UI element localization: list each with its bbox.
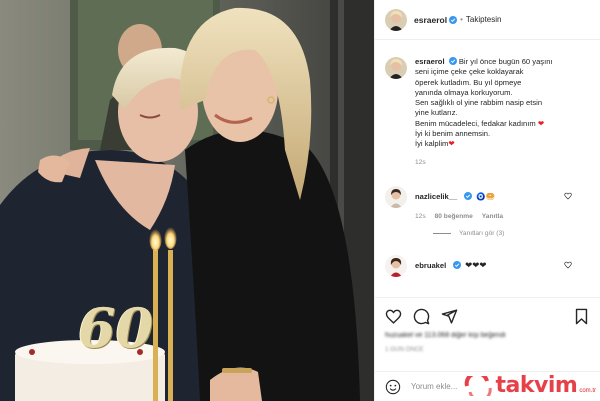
verified-badge-icon xyxy=(448,57,457,65)
heart-icon[interactable] xyxy=(385,308,402,325)
caption-line: Sen sağlıklı ol yine rabbim nasip etsin xyxy=(415,98,543,108)
comment-item: ebruakel ❤❤❤ xyxy=(385,254,590,277)
heart-icon[interactable] xyxy=(564,192,572,200)
bookmark-icon[interactable] xyxy=(573,308,590,325)
separator-dot: • xyxy=(460,15,463,24)
action-icons-row xyxy=(385,306,590,326)
post-username[interactable]: esraerol xyxy=(414,15,447,25)
caption-username[interactable]: esraerol xyxy=(415,57,445,66)
post-caption: esraerol Bir yıl önce bugün 60 yaşını sen… xyxy=(385,57,590,166)
photo-illustration xyxy=(0,0,374,401)
verified-badge-icon xyxy=(449,15,458,24)
heart-icon[interactable] xyxy=(564,261,572,269)
comment-username[interactable]: nazlicelik__ xyxy=(415,192,457,201)
caption-time: 12s xyxy=(415,158,426,166)
caption-line: yanında olmaya korkuyorum. xyxy=(415,87,513,97)
likes-summary[interactable]: huzuakel ve 113.068 diğer kişi beğendi xyxy=(385,332,590,342)
caption-line: İyi kalplim xyxy=(415,139,449,149)
caption-text: esraerol Bir yıl önce bugün 60 yaşını sen… xyxy=(415,57,590,150)
comment-text: ❤❤❤ xyxy=(465,259,487,270)
smiley-icon[interactable] xyxy=(385,379,401,395)
replies-divider-line xyxy=(433,232,451,234)
post-details-panel: esraerol • Takiptesin esraerol Bir yıl ö… xyxy=(374,0,600,401)
takvim-watermark: takvim com.tr xyxy=(464,373,596,398)
comment-username[interactable]: ebruakel xyxy=(415,261,446,270)
comment-icon[interactable] xyxy=(413,308,430,325)
post-actions: huzuakel ve 113.068 diğer kişi beğendi 1… xyxy=(375,297,600,353)
view-replies-button[interactable]: Yanıtları gör (3) xyxy=(433,230,590,237)
watermark-brand: takvim xyxy=(495,373,578,398)
caption-line: İyi ki benim annemsin. xyxy=(415,129,491,139)
view-replies-label: Yanıtları gör (3) xyxy=(459,229,505,237)
verified-badge-icon xyxy=(452,260,461,269)
caption-line: Benim mücadeleci, fedakar kadınım xyxy=(415,118,536,128)
avatar[interactable] xyxy=(385,254,407,277)
comment-meta: 12s 80 beğenme Yanıtla xyxy=(415,213,585,220)
avatar[interactable] xyxy=(385,57,407,79)
comments-list[interactable]: esraerol Bir yıl önce bugün 60 yaşını sen… xyxy=(375,41,600,297)
post-timestamp: 1 GÜN ÖNCE xyxy=(385,346,424,353)
takvim-logo-icon xyxy=(464,375,492,396)
avatar[interactable] xyxy=(385,185,407,208)
verified-badge-icon xyxy=(463,191,472,200)
follow-status-button[interactable]: Takiptesin xyxy=(466,15,502,24)
watermark-domain: com.tr xyxy=(579,388,596,394)
red-heart-emoji: ❤ xyxy=(448,139,455,149)
caption-line: Bir yıl önce bugün 60 yaşını xyxy=(458,57,553,66)
comment-time: 12s xyxy=(415,212,426,220)
comment-item: nazlicelik__ 🧿🥯 12s 80 beğenme Yanıtla xyxy=(385,185,590,220)
caption-line: seni içime çeke çeke koklayarak xyxy=(415,67,524,77)
red-heart-emoji: ❤ xyxy=(537,118,545,128)
avatar[interactable] xyxy=(385,8,407,31)
share-icon[interactable] xyxy=(441,308,458,325)
post-header: esraerol • Takiptesin xyxy=(375,0,600,40)
caption-line: öperek kutladım. Bu yıl öpmeye xyxy=(415,77,522,87)
post-photo[interactable]: 60 xyxy=(0,0,374,401)
comment-text: 🧿🥯 xyxy=(476,191,496,201)
reply-button[interactable]: Yanıtla xyxy=(482,213,503,220)
cake-topper-number: 60 xyxy=(78,296,154,360)
comment-likes[interactable]: 80 beğenme xyxy=(435,213,473,220)
caption-line: yine kutlarız. xyxy=(415,108,458,118)
